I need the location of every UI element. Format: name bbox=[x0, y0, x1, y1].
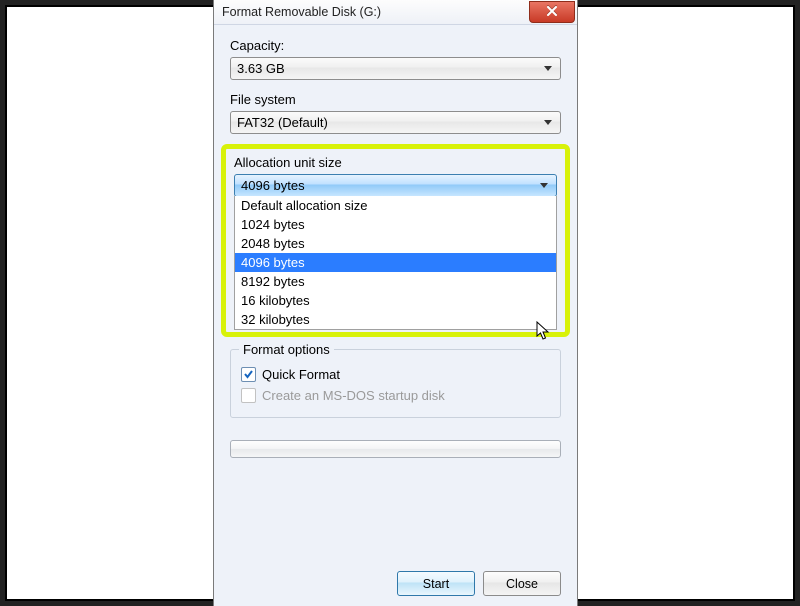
window-title: Format Removable Disk (G:) bbox=[222, 5, 381, 19]
allocation-options-list[interactable]: Default allocation size1024 bytes2048 by… bbox=[234, 196, 557, 330]
format-dialog: Format Removable Disk (G:) Capacity: 3.6… bbox=[213, 0, 578, 606]
msdos-row: Create an MS-DOS startup disk bbox=[241, 388, 550, 403]
close-icon bbox=[546, 5, 558, 19]
filesystem-dropdown[interactable]: FAT32 (Default) bbox=[230, 111, 561, 134]
quick-format-label: Quick Format bbox=[262, 367, 340, 382]
format-options-legend: Format options bbox=[239, 342, 334, 357]
checkmark-icon bbox=[243, 369, 254, 380]
filesystem-label: File system bbox=[230, 92, 561, 107]
quick-format-checkbox[interactable] bbox=[241, 367, 256, 382]
allocation-label: Allocation unit size bbox=[234, 155, 557, 170]
close-button-label: Close bbox=[506, 577, 538, 591]
filesystem-value: FAT32 (Default) bbox=[237, 115, 328, 130]
close-window-button[interactable] bbox=[529, 1, 575, 23]
close-button[interactable]: Close bbox=[483, 571, 561, 596]
allocation-option[interactable]: 16 kilobytes bbox=[235, 291, 556, 310]
quick-format-row[interactable]: Quick Format bbox=[241, 367, 550, 382]
capacity-dropdown[interactable]: 3.63 GB bbox=[230, 57, 561, 80]
msdos-label: Create an MS-DOS startup disk bbox=[262, 388, 445, 403]
msdos-checkbox bbox=[241, 388, 256, 403]
allocation-highlight: Allocation unit size 4096 bytes Default … bbox=[221, 144, 570, 337]
progress-bar bbox=[230, 440, 561, 458]
dialog-body: Capacity: 3.63 GB File system FAT32 (Def… bbox=[214, 24, 577, 606]
format-options-group: Format options Quick Format Create an MS… bbox=[230, 349, 561, 418]
allocation-option[interactable]: 8192 bytes bbox=[235, 272, 556, 291]
title-bar: Format Removable Disk (G:) bbox=[214, 0, 577, 25]
start-button[interactable]: Start bbox=[397, 571, 475, 596]
capacity-label: Capacity: bbox=[230, 38, 561, 53]
allocation-value: 4096 bytes bbox=[241, 178, 305, 193]
chevron-down-icon bbox=[544, 120, 552, 125]
allocation-dropdown[interactable]: 4096 bytes bbox=[234, 174, 557, 197]
capacity-value: 3.63 GB bbox=[237, 61, 285, 76]
allocation-option[interactable]: 1024 bytes bbox=[235, 215, 556, 234]
dialog-button-row: Start Close bbox=[214, 571, 577, 596]
allocation-option[interactable]: 2048 bytes bbox=[235, 234, 556, 253]
start-button-label: Start bbox=[423, 577, 449, 591]
chevron-down-icon bbox=[544, 66, 552, 71]
allocation-option[interactable]: 32 kilobytes bbox=[235, 310, 556, 329]
chevron-down-icon bbox=[540, 183, 548, 188]
allocation-option[interactable]: 4096 bytes bbox=[235, 253, 556, 272]
allocation-option[interactable]: Default allocation size bbox=[235, 196, 556, 215]
